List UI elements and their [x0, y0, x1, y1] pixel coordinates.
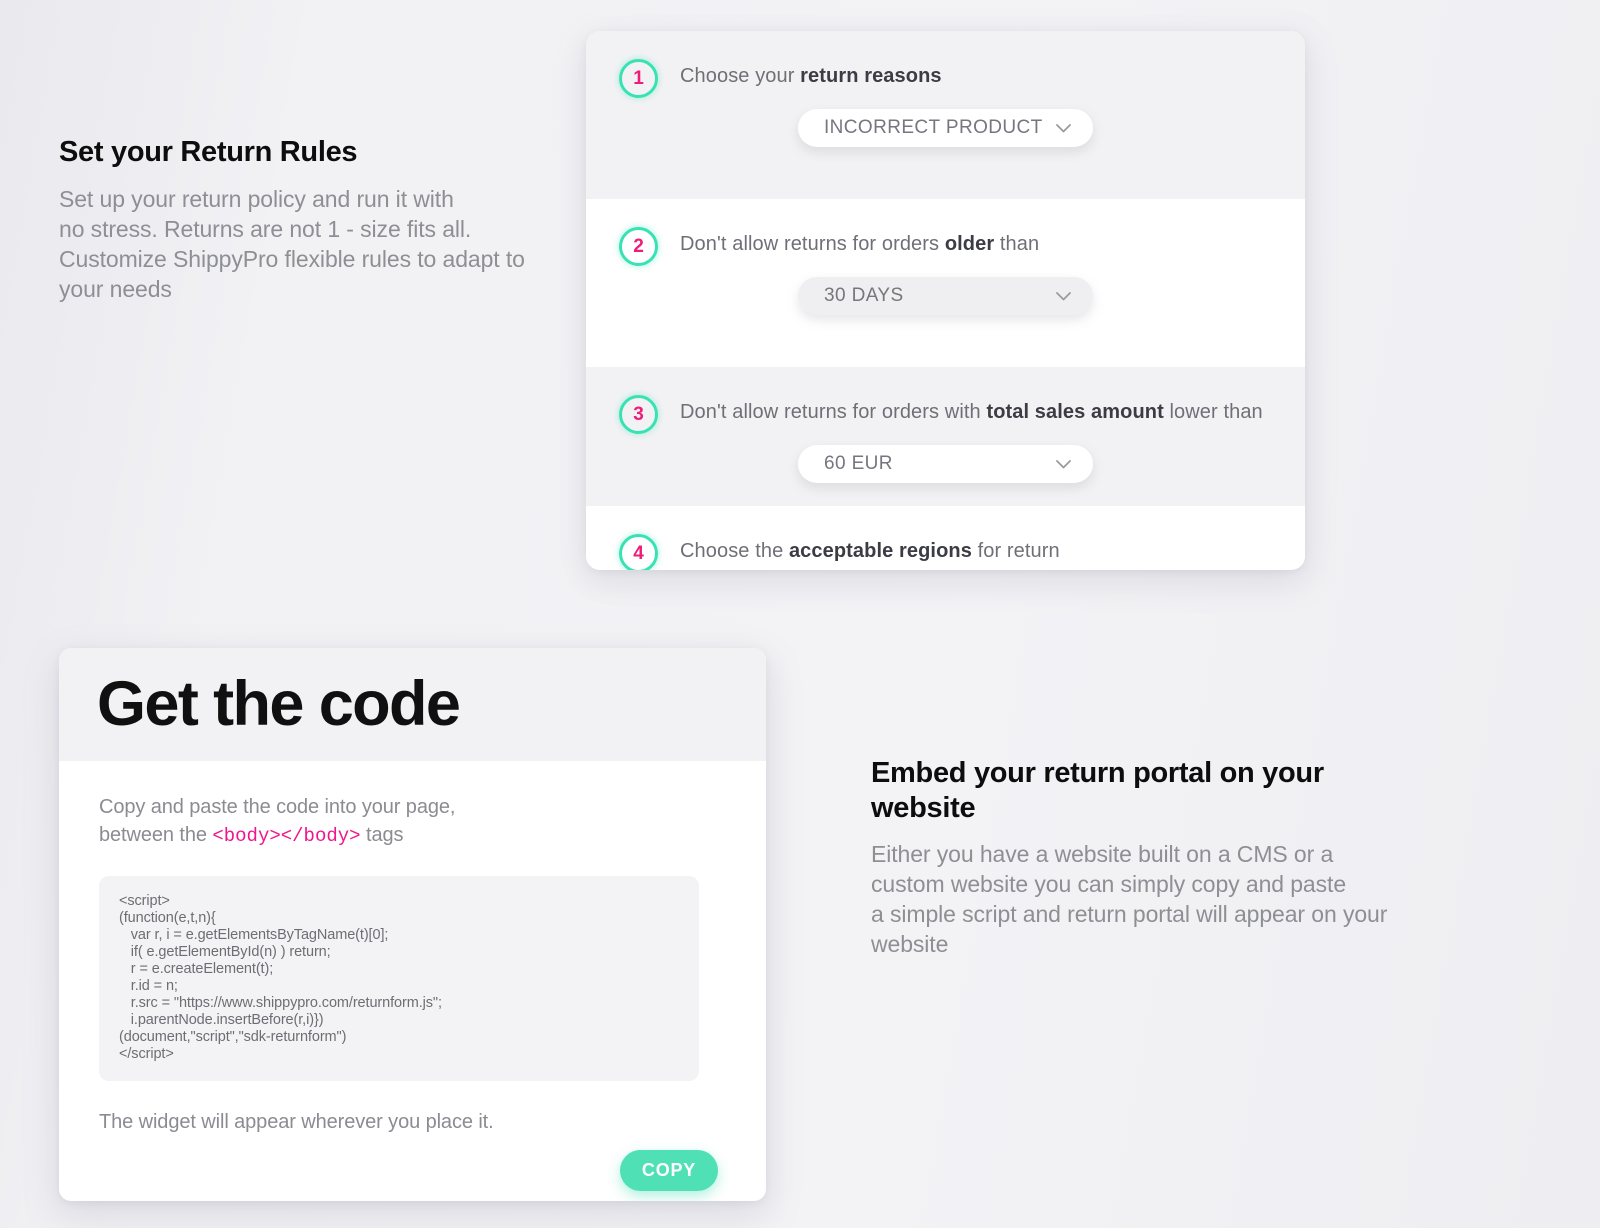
return-rules-card: 1 Choose your return reasons INCORRECT P… — [586, 31, 1305, 570]
rule-row: 2 Don't allow returns for orders older t… — [586, 199, 1305, 367]
embed-portal-description: Either you have a website built on a CMS… — [871, 840, 1388, 958]
minimum-amount-select[interactable]: 60 EUR — [798, 445, 1093, 483]
rule-row: 1 Choose your return reasons INCORRECT P… — [586, 31, 1305, 199]
rule-row: 4 Choose the acceptable regions for retu… — [586, 506, 1305, 570]
chevron-down-icon — [1056, 123, 1071, 133]
code-instructions-line2: between the <body></body> tags — [99, 821, 726, 850]
step-number: 2 — [633, 236, 644, 257]
embed-portal-intro-block: Embed your return portal on your website… — [871, 756, 1411, 959]
page-title-return-rules: Set your Return Rules — [59, 136, 358, 168]
order-age-select[interactable]: 30 DAYS — [798, 277, 1093, 315]
return-reasons-select[interactable]: INCORRECT PRODUCT — [798, 109, 1093, 147]
step-badge-2: 2 — [619, 227, 658, 266]
rule-control-3: 60 EUR — [798, 445, 1093, 483]
rule-control-2: 30 DAYS — [798, 277, 1093, 315]
body-tag-literal: <body></body> — [212, 825, 361, 848]
step-number: 3 — [633, 404, 644, 425]
rule-label-3: Don't allow returns for orders with tota… — [680, 401, 1263, 424]
step-badge-4: 4 — [619, 534, 658, 570]
rule-control-1: INCORRECT PRODUCT — [798, 109, 1093, 147]
copy-button[interactable]: COPY — [620, 1149, 718, 1191]
code-card-header: Get the code — [59, 648, 766, 761]
rule-label-emphasis: acceptable regions — [788, 540, 972, 562]
get-the-code-card: Get the code Copy and paste the code int… — [59, 648, 766, 1201]
rule-label-emphasis: return reasons — [800, 65, 942, 87]
step-number: 1 — [633, 68, 644, 89]
code-card-body: Copy and paste the code into your page, … — [59, 761, 766, 1191]
code-instructions-prefix: between the — [99, 824, 213, 847]
rule-row: 3 Don't allow returns for orders with to… — [586, 367, 1305, 506]
return-rules-intro-block: Set your Return Rules Set up your return… — [59, 135, 529, 304]
rule-label-text: Choose your — [680, 65, 801, 87]
rule-label-emphasis: total sales amount — [986, 401, 1164, 423]
return-rules-description: Set up your return policy and run it wit… — [59, 185, 525, 303]
select-value: 30 DAYS — [824, 285, 904, 306]
code-instructions-suffix: tags — [360, 824, 404, 847]
step-number: 4 — [633, 543, 644, 564]
rule-label-text: Choose the — [680, 540, 789, 562]
rule-label-tail: lower than — [1163, 401, 1263, 423]
embed-code-snippet[interactable]: <script> (function(e,t,n){ var r, i = e.… — [99, 876, 699, 1081]
select-value: 60 EUR — [824, 453, 893, 474]
select-value: INCORRECT PRODUCT — [824, 117, 1043, 138]
rule-label-text: Don't allow returns for orders — [680, 233, 945, 255]
chevron-down-icon — [1056, 459, 1071, 469]
rule-label-tail: for return — [971, 540, 1060, 562]
code-footnote: The widget will appear wherever you plac… — [99, 1110, 494, 1133]
rule-label-tail: than — [994, 233, 1040, 255]
step-badge-1: 1 — [619, 59, 658, 98]
rule-label-1: Choose your return reasons — [680, 65, 942, 88]
chevron-down-icon — [1056, 291, 1071, 301]
rule-label-4: Choose the acceptable regions for return — [680, 540, 1060, 563]
step-badge-3: 3 — [619, 395, 658, 434]
code-instructions: Copy and paste the code into your page, … — [99, 793, 726, 850]
code-card-title: Get the code — [97, 669, 461, 739]
code-instructions-line1: Copy and paste the code into your page, — [99, 796, 456, 818]
rule-label-2: Don't allow returns for orders older tha… — [680, 233, 1039, 256]
page-title-embed-portal: Embed your return portal on your website — [871, 757, 1324, 825]
rule-label-text: Don't allow returns for orders with — [680, 401, 987, 423]
copy-button-row: COPY — [99, 1149, 726, 1191]
rule-label-emphasis: older — [944, 233, 995, 255]
